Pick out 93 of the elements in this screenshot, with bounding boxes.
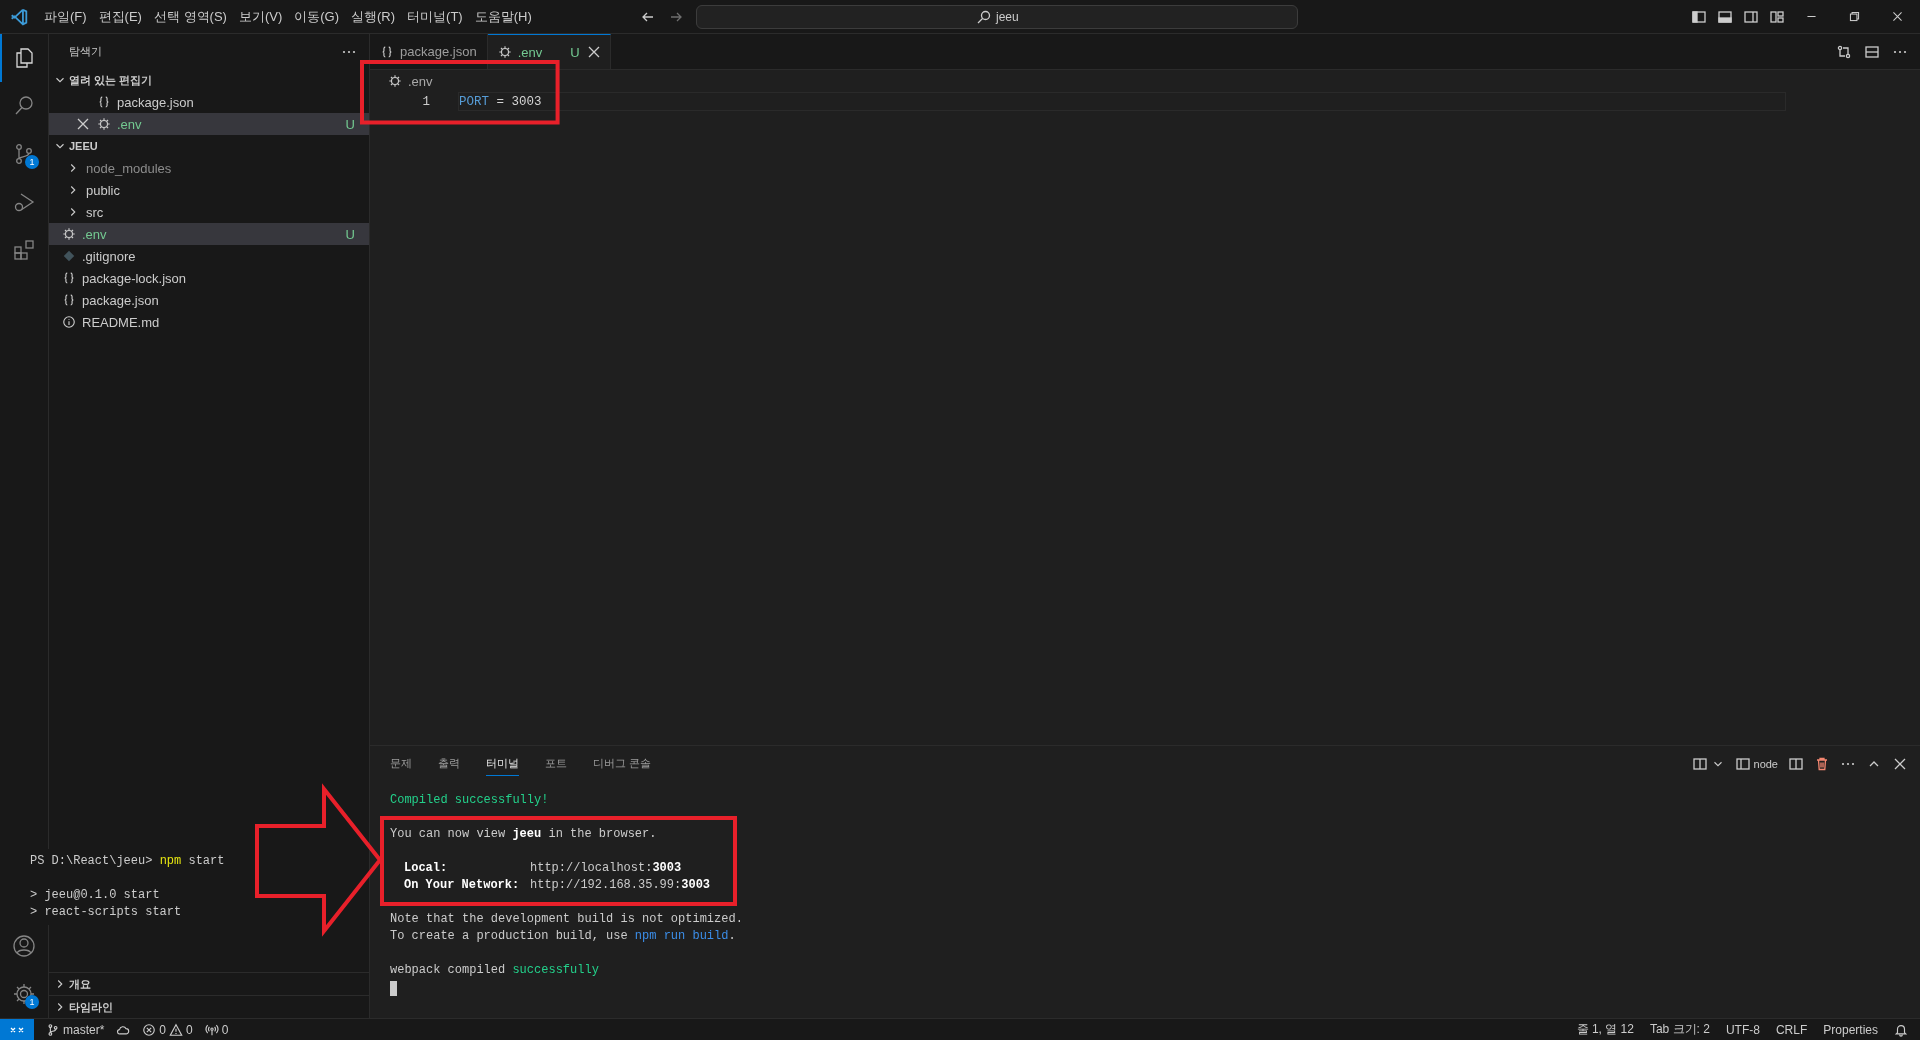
menu-item[interactable]: 편집(E) [92, 4, 148, 29]
menu-item[interactable]: 도움말(H) [468, 4, 538, 29]
terminal-line: You can now view jeeu in the browser. [390, 826, 657, 843]
terminal-line: To create a production build, use npm run build. [390, 928, 736, 945]
panel-tab[interactable]: 문제 [390, 751, 412, 776]
antenna-icon [204, 1022, 219, 1037]
count-badge: 1 [25, 155, 39, 169]
terminal-icon [1734, 755, 1751, 772]
gear-icon[interactable] [12, 982, 36, 1006]
error-icon [142, 1022, 157, 1037]
restore-icon[interactable] [1848, 10, 1861, 23]
compare-changes-icon[interactable] [1836, 43, 1852, 60]
panel-layout-icon[interactable] [1717, 8, 1733, 25]
panel-tab[interactable]: 터미널 [486, 751, 519, 776]
sidebar-layout-icon[interactable] [1691, 8, 1707, 25]
git-status: U [345, 116, 355, 132]
section-header[interactable]: 개요 [49, 972, 369, 995]
menu-item[interactable]: 보기(V) [232, 4, 289, 29]
gear-icon [62, 227, 76, 241]
terminal-cursor [390, 981, 397, 996]
status-item[interactable]: CRLF [1775, 1022, 1808, 1037]
editor-tab[interactable]: .env U [487, 34, 611, 69]
account-icon[interactable] [12, 934, 36, 958]
menu-item[interactable]: 터미널(T) [401, 4, 469, 29]
breadcrumb-item[interactable]: .env [408, 73, 433, 89]
file-row[interactable]: .gitignore [49, 245, 369, 267]
split-editor-icon[interactable] [1864, 43, 1880, 60]
git-status: U [570, 44, 580, 60]
file-row[interactable]: src [49, 201, 369, 223]
file-row[interactable]: package.json [49, 289, 369, 311]
status-item[interactable]: Properties [1823, 1022, 1878, 1037]
warning-icon [169, 1022, 184, 1037]
terminal-line: > react-scripts start [30, 904, 182, 921]
close-icon[interactable] [75, 116, 91, 132]
branch-icon [46, 1022, 60, 1037]
menu-item[interactable]: 파일(F) [38, 4, 93, 29]
terminal-line: > jeeu@0.1.0 start [30, 887, 160, 904]
new-terminal-button[interactable] [1691, 755, 1725, 772]
split-terminal-icon [1691, 755, 1708, 772]
panel-tab[interactable]: 포트 [545, 751, 567, 776]
terminal-line: On Your Network: http://192.168.35.99:3003 [403, 877, 711, 894]
menu-item[interactable]: 선택 영역(S) [147, 4, 233, 29]
git-status: U [345, 226, 355, 242]
file-row[interactable]: README.md [49, 311, 369, 333]
trash-icon[interactable] [1814, 755, 1830, 772]
file-row[interactable]: package.json [49, 91, 369, 113]
problems-status[interactable]: 0 0 [142, 1022, 193, 1037]
braces-icon [97, 95, 111, 109]
extensions-icon[interactable] [12, 238, 36, 262]
terminal-line: PS D:\React\jeeu> npm start [30, 853, 225, 870]
file-row[interactable]: .env U [49, 113, 369, 135]
line-number: 1 [421, 94, 430, 109]
command-center-search[interactable]: jeeu [696, 4, 1299, 29]
customize-layout-icon[interactable] [1769, 8, 1785, 25]
ports-status[interactable]: 0 [204, 1022, 229, 1037]
menu-item[interactable]: 실행(R) [345, 4, 402, 29]
section-header[interactable]: JEEU [49, 135, 369, 157]
status-item[interactable]: UTF-8 [1725, 1022, 1760, 1037]
braces-icon [380, 44, 394, 59]
braces-icon [62, 293, 76, 307]
count-badge: 1 [25, 995, 39, 1009]
bell-icon[interactable] [1894, 1022, 1908, 1037]
info-icon [62, 315, 76, 329]
panel-tab[interactable]: 디버그 콘솔 [593, 751, 652, 776]
code-line: PORT = 3003 [459, 94, 542, 109]
split-terminal-icon[interactable] [1788, 755, 1804, 772]
panel-tab[interactable]: 출력 [438, 751, 460, 776]
file-row[interactable]: public [49, 179, 369, 201]
gear-icon [497, 45, 512, 59]
section-header[interactable]: 열려 있는 편집기 [49, 69, 369, 91]
gear-icon [97, 117, 111, 131]
terminal-line: Local: http://localhost:3003 [403, 860, 682, 877]
file-row[interactable]: package-lock.json [49, 267, 369, 289]
menu-item[interactable]: 이동(G) [288, 4, 346, 29]
gear-icon [388, 74, 402, 88]
close-icon[interactable] [1891, 10, 1904, 23]
terminal-selector[interactable]: node [1734, 755, 1778, 772]
status-item[interactable]: 줄 1, 열 12 [1576, 1021, 1634, 1038]
terminal-line: webpack compiled successfully [390, 962, 599, 979]
active-indicator [0, 34, 2, 82]
secondary-sidebar-icon[interactable] [1743, 8, 1759, 25]
search-icon [976, 8, 992, 25]
file-row[interactable]: .env U [49, 223, 369, 245]
branch-status[interactable]: master* [46, 1022, 105, 1037]
status-item[interactable]: Tab 크기: 2 [1649, 1021, 1710, 1038]
editor-tab[interactable]: package.json [370, 34, 488, 69]
vscode-logo-icon [10, 7, 28, 26]
sidebar-title: 탐색기 [69, 44, 102, 59]
diamond-icon [62, 249, 76, 263]
braces-icon [62, 271, 76, 285]
terminal-line: Compiled successfully! [390, 792, 549, 809]
file-row[interactable]: node_modules [49, 157, 369, 179]
terminal-line: Note that the development build is not optimized. [390, 911, 743, 928]
